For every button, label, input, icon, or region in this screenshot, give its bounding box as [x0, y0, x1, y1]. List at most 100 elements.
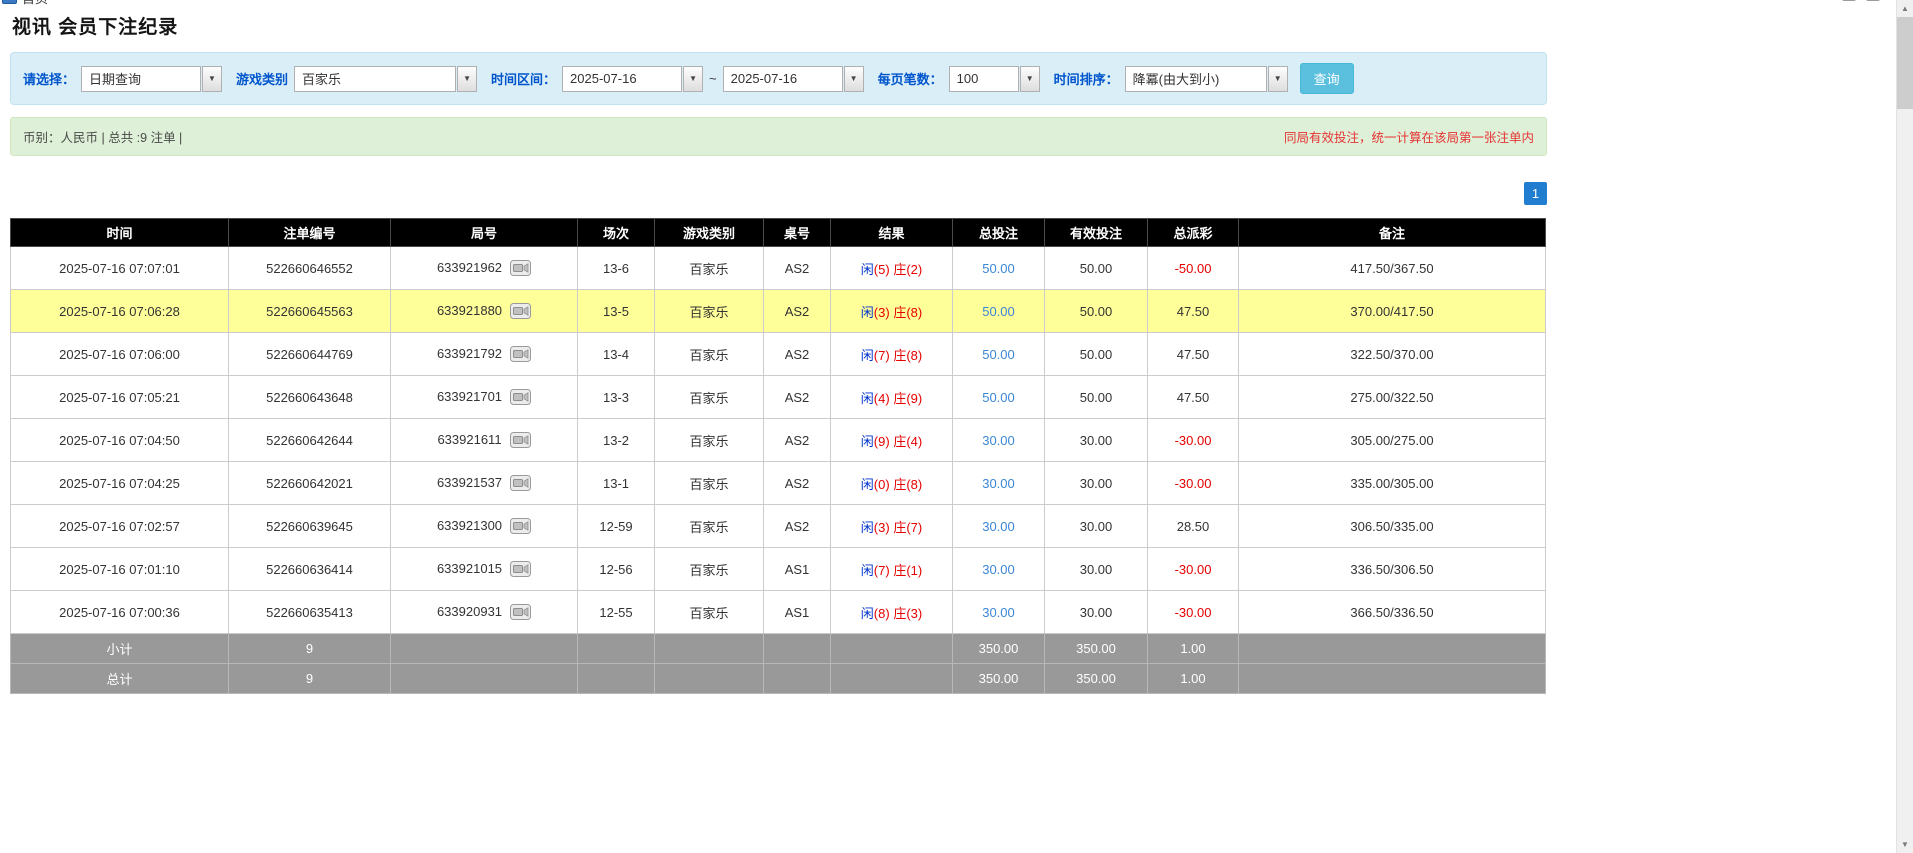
chevron-down-icon[interactable]: ▼ [1268, 66, 1288, 92]
total-bet-cell[interactable]: 30.00 [953, 505, 1045, 548]
date-to-select[interactable]: ▼ [723, 66, 864, 92]
result-cell: 闲(7) 庄(8) [831, 333, 953, 376]
bet-id-cell: 522660636414 [229, 548, 391, 591]
table-no-cell: AS2 [764, 376, 831, 419]
video-replay-icon[interactable] [510, 260, 531, 276]
search-button[interactable]: 查询 [1300, 63, 1354, 94]
round-id: 633921792 [437, 346, 502, 361]
chevron-down-icon[interactable]: ▼ [1020, 66, 1040, 92]
total-bet-cell[interactable]: 50.00 [953, 333, 1045, 376]
valid-bet-cell: 30.00 [1045, 505, 1148, 548]
player-result: 闲 [861, 520, 874, 535]
total-bet-cell[interactable]: 30.00 [953, 462, 1045, 505]
player-score: (8) [874, 606, 890, 621]
banker-score: (3) [906, 606, 922, 621]
column-header: 时间 [11, 219, 229, 247]
game-type-cell: 百家乐 [655, 333, 764, 376]
valid-bet-cell: 30.00 [1045, 419, 1148, 462]
chevron-down-icon[interactable]: ▼ [202, 66, 222, 92]
scroll-down-arrow[interactable]: ▼ [1897, 836, 1913, 853]
game-type-input[interactable] [294, 66, 456, 92]
payout-cell: -30.00 [1148, 591, 1239, 634]
game-type-select[interactable]: ▼ [294, 66, 477, 92]
total-bet-cell[interactable]: 30.00 [953, 419, 1045, 462]
round-cell: 633921537 [391, 462, 578, 505]
result-cell: 闲(5) 庄(2) [831, 247, 953, 290]
page-title: 视讯 会员下注纪录 [12, 12, 1547, 39]
session-cell: 13-1 [578, 462, 655, 505]
filter-bar: 请选择： ▼ 游戏类别 ▼ 时间区间： ▼ ~ ▼ 每页笔数： ▼ 时间排序： … [10, 52, 1547, 105]
bet-id-cell: 522660645563 [229, 290, 391, 333]
session-cell: 13-3 [578, 376, 655, 419]
round-id: 633921015 [437, 561, 502, 576]
date-to-input[interactable] [723, 66, 843, 92]
empty-cell [831, 634, 953, 664]
game-type-cell: 百家乐 [655, 505, 764, 548]
total-bet-cell[interactable]: 30.00 [953, 548, 1045, 591]
note-cell: 366.50/336.50 [1239, 591, 1546, 634]
valid-bet-cell: 50.00 [1045, 333, 1148, 376]
video-replay-icon[interactable] [510, 604, 531, 620]
date-from-input[interactable] [562, 66, 682, 92]
game-type-cell: 百家乐 [655, 591, 764, 634]
time-sort-select[interactable]: ▼ [1125, 66, 1288, 92]
tool-icon[interactable] [1842, 0, 1856, 1]
total-bet-cell[interactable]: 50.00 [953, 290, 1045, 333]
total-bet-cell[interactable]: 50.00 [953, 247, 1045, 290]
video-replay-icon[interactable] [510, 346, 531, 362]
total-bet-cell[interactable]: 30.00 [953, 591, 1045, 634]
note-cell: 417.50/367.50 [1239, 247, 1546, 290]
result-cell: 闲(3) 庄(7) [831, 505, 953, 548]
banker-result: 庄 [893, 520, 906, 535]
banker-score: (2) [906, 262, 922, 277]
bet-id-cell: 522660642644 [229, 419, 391, 462]
subtotal-valid-bet: 350.00 [1045, 634, 1148, 664]
payout-cell: 47.50 [1148, 290, 1239, 333]
payout-cell: 47.50 [1148, 333, 1239, 376]
video-replay-icon[interactable] [510, 389, 531, 405]
subtotal-total-bet: 350.00 [953, 634, 1045, 664]
page-size-select[interactable]: ▼ [949, 66, 1040, 92]
round-id: 633921537 [437, 475, 502, 490]
round-id: 633921611 [437, 432, 501, 447]
scrollbar-thumb[interactable] [1897, 17, 1913, 109]
time-cell: 2025-07-16 07:01:10 [11, 548, 229, 591]
table-no-cell: AS2 [764, 462, 831, 505]
video-replay-icon[interactable] [510, 303, 531, 319]
total-bet-cell[interactable]: 50.00 [953, 376, 1045, 419]
tool-icon[interactable] [1866, 0, 1880, 1]
summary-currency-count: 币别：人民币 | 总共 :9 注单 | [23, 127, 182, 146]
video-replay-icon[interactable] [510, 518, 531, 534]
result-cell: 闲(7) 庄(1) [831, 548, 953, 591]
chevron-down-icon[interactable]: ▼ [844, 66, 864, 92]
time-sort-input[interactable] [1125, 66, 1267, 92]
vertical-scrollbar[interactable]: ▲ ▼ [1896, 0, 1913, 853]
home-tab[interactable]: 首页 [2, 0, 48, 7]
video-replay-icon[interactable] [510, 475, 531, 491]
time-cell: 2025-07-16 07:04:50 [11, 419, 229, 462]
page-button-1[interactable]: 1 [1524, 182, 1547, 205]
table-row: 2025-07-16 07:06:00522660644769633921792… [11, 333, 1546, 376]
time-cell: 2025-07-16 07:02:57 [11, 505, 229, 548]
chevron-down-icon[interactable]: ▼ [457, 66, 477, 92]
date-from-select[interactable]: ▼ [562, 66, 703, 92]
query-type-input[interactable] [81, 66, 201, 92]
video-replay-icon[interactable] [510, 561, 531, 577]
session-cell: 13-5 [578, 290, 655, 333]
player-result: 闲 [861, 563, 874, 578]
page-size-input[interactable] [949, 66, 1019, 92]
banker-score: (8) [906, 348, 922, 363]
empty-cell [1239, 634, 1546, 664]
top-right-tools [1842, 0, 1880, 1]
table-row: 2025-07-16 07:01:10522660636414 633921015… [11, 548, 1546, 591]
column-header: 结果 [831, 219, 953, 247]
query-type-select[interactable]: ▼ [81, 66, 222, 92]
banker-result: 庄 [893, 477, 906, 492]
scroll-up-arrow[interactable]: ▲ [1897, 0, 1913, 17]
video-replay-icon[interactable] [510, 432, 531, 448]
table-row: 2025-07-16 07:06:28522660645563633921880… [11, 290, 1546, 333]
table-row: 2025-07-16 07:07:01522660646552633921962… [11, 247, 1546, 290]
column-header: 备注 [1239, 219, 1546, 247]
chevron-down-icon[interactable]: ▼ [683, 66, 703, 92]
payout-cell: -50.00 [1148, 247, 1239, 290]
